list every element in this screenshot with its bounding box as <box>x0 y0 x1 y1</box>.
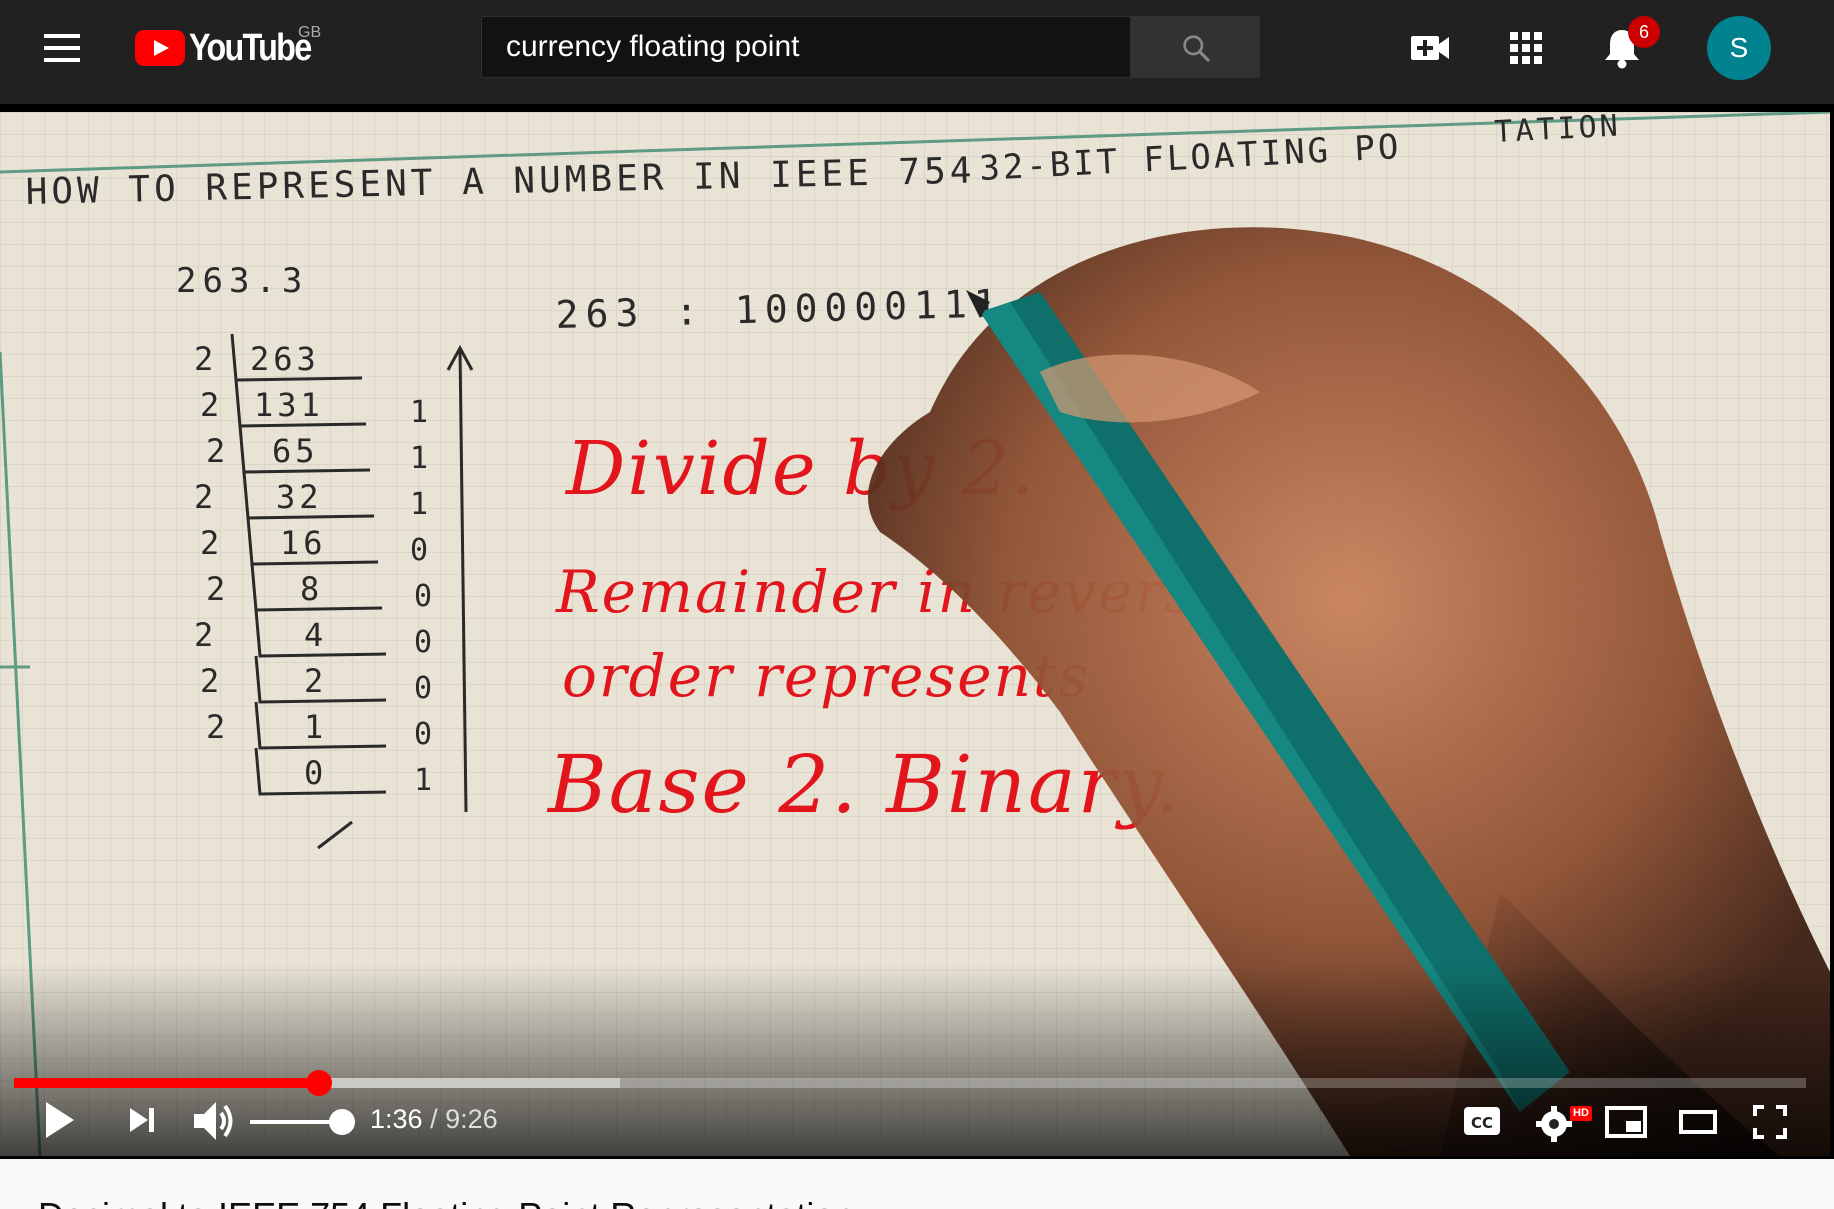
youtube-play-logo-icon <box>135 30 185 66</box>
ladder-divisor: 2 <box>194 478 213 516</box>
volume-icon <box>194 1102 233 1140</box>
ladder-divisor: 2 <box>200 662 219 700</box>
ladder-remainder: 0 <box>414 625 432 660</box>
ladder-divisor: 2 <box>194 340 213 378</box>
board-heading-tail: TATION <box>1494 112 1622 150</box>
ladder-quotient: 263 <box>250 340 320 378</box>
ladder-divisor: 2 <box>200 524 219 562</box>
masthead: YouTube GB currency floating point 6 S <box>0 0 1834 104</box>
board-number: 263.3 <box>176 261 308 301</box>
play-icon <box>46 1102 74 1138</box>
search-input[interactable] <box>482 17 1130 77</box>
ladder-divisor: 2 <box>206 570 225 608</box>
search-button[interactable] <box>1131 16 1260 78</box>
theater-icon <box>1679 1110 1717 1134</box>
ladder-divisor: 2 <box>206 432 225 470</box>
time-separator: / <box>422 1104 446 1134</box>
ladder-quotient: 4 <box>304 616 327 654</box>
ladder-quotient: 131 <box>254 386 324 424</box>
avatar[interactable]: S <box>1707 16 1771 80</box>
notification-count-badge: 6 <box>1628 16 1660 48</box>
time-display: 1:36 / 9:26 <box>370 1104 498 1135</box>
settings-icon <box>1536 1106 1572 1142</box>
cc-label: CC <box>1471 1114 1493 1132</box>
country-code: GB <box>298 24 322 41</box>
video-player[interactable]: HOW TO REPRESENT A NUMBER IN IEEE 754 32… <box>0 104 1834 1159</box>
ladder-remainder: 0 <box>414 717 432 752</box>
mute-button[interactable] <box>190 1098 238 1162</box>
ladder-divisor: 2 <box>206 708 225 746</box>
search-box <box>481 16 1131 78</box>
ladder-remainder: 0 <box>410 533 428 568</box>
duration: 9:26 <box>445 1104 498 1134</box>
ladder-remainder: 1 <box>410 395 428 430</box>
ladder-remainder: 0 <box>414 671 432 706</box>
ladder-divisor: 2 <box>194 616 213 654</box>
fullscreen-icon <box>1753 1105 1787 1139</box>
ladder-remainder: 1 <box>410 487 428 522</box>
logo-text: YouTube <box>189 26 312 69</box>
hd-badge: HD <box>1570 1106 1592 1121</box>
create-video-icon[interactable] <box>1406 24 1454 72</box>
ladder-quotient: 65 <box>272 432 319 470</box>
ladder-quotient: 8 <box>300 570 323 608</box>
search-icon <box>1183 35 1210 62</box>
next-button[interactable] <box>126 1102 160 1166</box>
ladder-quotient: 0 <box>304 754 327 792</box>
ladder-quotient: 1 <box>304 708 327 746</box>
volume-slider[interactable] <box>250 1109 355 1135</box>
volume-knob[interactable] <box>329 1109 355 1135</box>
play-button[interactable] <box>40 1096 80 1160</box>
captions-icon: CC <box>1464 1107 1500 1135</box>
youtube-logo[interactable]: YouTube GB <box>135 24 332 72</box>
ladder-remainder: 0 <box>414 579 432 614</box>
ladder-remainder: 1 <box>410 441 428 476</box>
below-player: Decimal to IEEE 754 Floating Point Repre… <box>0 1159 1834 1209</box>
ladder-quotient: 32 <box>276 478 323 516</box>
ladder-quotient: 16 <box>280 524 327 562</box>
progress-played <box>14 1078 319 1088</box>
menu-icon[interactable] <box>44 34 80 62</box>
settings-button[interactable] <box>1534 1102 1574 1166</box>
miniplayer-icon <box>1605 1106 1647 1138</box>
video-title: Decimal to IEEE 754 Floating Point Repre… <box>38 1195 854 1209</box>
progress-bar[interactable] <box>14 1070 1806 1096</box>
current-time: 1:36 <box>370 1104 423 1134</box>
next-icon <box>130 1108 154 1132</box>
ladder-remainder: 1 <box>414 763 432 798</box>
ladder-divisor: 2 <box>200 386 219 424</box>
progress-scrubber[interactable] <box>305 1070 332 1096</box>
red-note-line: order represents <box>562 642 1090 710</box>
ladder-quotient: 2 <box>304 662 327 700</box>
apps-grid-icon[interactable] <box>1502 24 1550 72</box>
